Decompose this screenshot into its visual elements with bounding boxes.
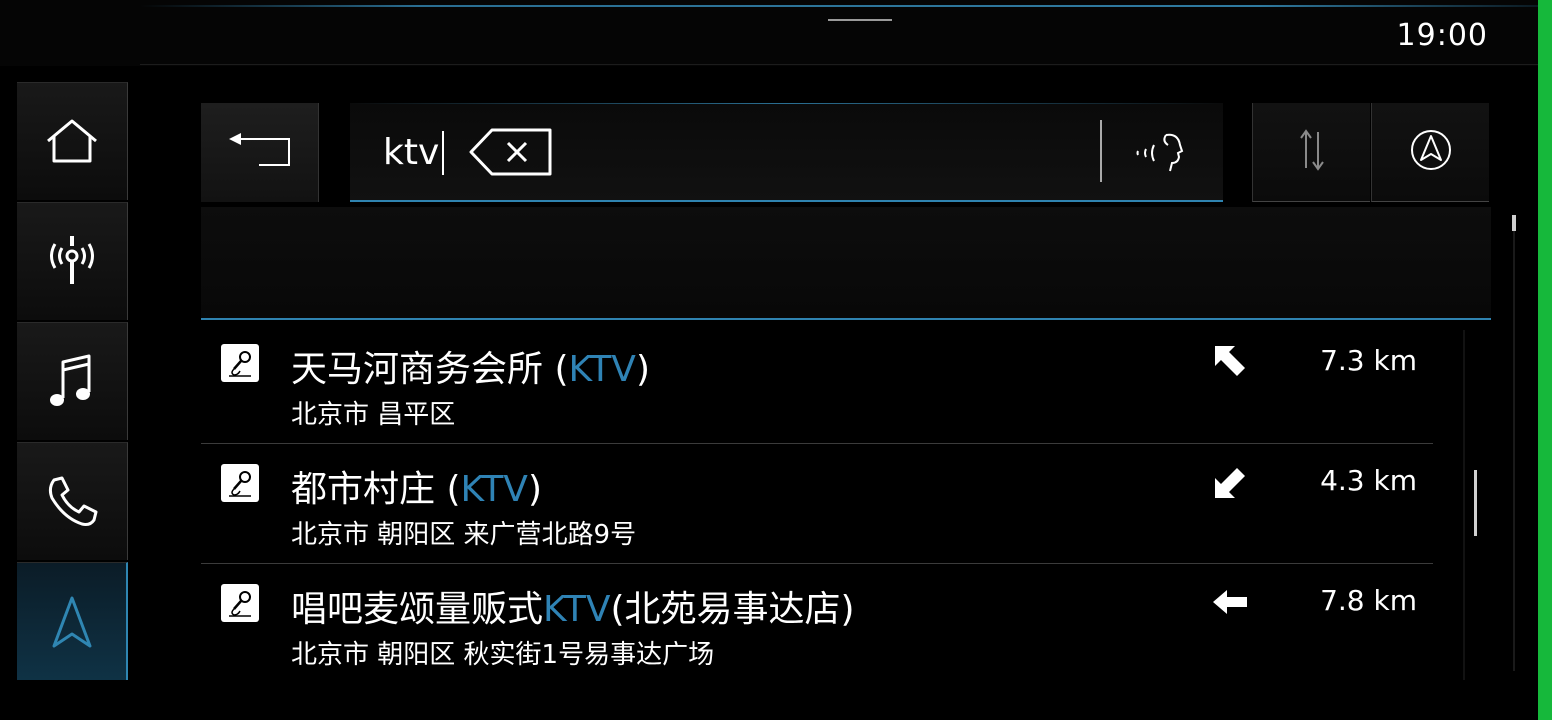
voice-search-button[interactable] xyxy=(1130,127,1190,177)
backspace-clear-icon xyxy=(468,128,554,181)
radio-antenna-icon xyxy=(44,234,100,290)
status-bar-accent-line xyxy=(140,5,1538,7)
result-name-match: KTV xyxy=(460,469,528,510)
results-scrollbar-thumb[interactable] xyxy=(1474,470,1477,536)
screen-edge-indicator xyxy=(1538,0,1552,720)
results-list: 天马河商务会所 (KTV) 北京市 昌平区 7.3 km 都市村庄 (KTV) … xyxy=(201,324,1433,684)
navigation-mode-button[interactable] xyxy=(1371,103,1489,202)
result-name: 唱吧麦颂量贩式KTV(北苑易事达店) xyxy=(291,580,855,632)
back-arrow-icon xyxy=(225,131,295,175)
back-button[interactable] xyxy=(201,103,319,202)
clear-search-button[interactable] xyxy=(468,127,554,177)
home-icon xyxy=(44,117,100,167)
result-name-suffix: (北苑易事达店) xyxy=(610,589,855,630)
result-name-prefix: 都市村庄 ( xyxy=(291,469,461,510)
result-address: 北京市 朝阳区 秋实街1号易事达广场 xyxy=(291,640,715,670)
status-bar-divider xyxy=(140,64,1538,65)
list-item[interactable]: 都市村庄 (KTV) 北京市 朝阳区 来广营北路9号 4.3 km xyxy=(201,444,1433,564)
result-name: 天马河商务会所 (KTV) xyxy=(291,340,650,392)
result-name-match: KTV xyxy=(543,589,611,630)
result-name-suffix: ) xyxy=(527,469,542,510)
list-item[interactable]: 天马河商务会所 (KTV) 北京市 昌平区 7.3 km xyxy=(201,324,1433,444)
result-name-suffix: ) xyxy=(635,349,650,390)
search-input[interactable]: ktv xyxy=(383,131,445,175)
page-scrollbar-thumb[interactable] xyxy=(1512,215,1516,231)
result-distance: 7.8 km xyxy=(1320,584,1417,617)
compass-arrow-icon xyxy=(1409,128,1453,176)
karaoke-microphone-icon xyxy=(221,344,259,382)
pull-down-handle[interactable] xyxy=(828,19,892,21)
voice-input-icon xyxy=(1130,133,1190,181)
result-name-match: KTV xyxy=(568,349,636,390)
results-scrollbar-track[interactable] xyxy=(1463,330,1465,680)
search-bar[interactable]: ktv xyxy=(350,103,1223,202)
status-bar: 19:00 xyxy=(0,0,1538,66)
sort-button[interactable] xyxy=(1252,103,1370,202)
result-name-prefix: 天马河商务会所 ( xyxy=(291,349,569,390)
direction-down-left-icon xyxy=(1211,462,1251,502)
result-distance: 4.3 km xyxy=(1320,464,1417,497)
search-divider xyxy=(1100,120,1102,182)
result-name-prefix: 唱吧麦颂量贩式 xyxy=(291,589,544,630)
karaoke-microphone-icon xyxy=(221,464,259,502)
navigation-arrow-icon xyxy=(50,594,94,650)
direction-up-left-icon xyxy=(1211,342,1251,382)
sidebar-item-navigation[interactable] xyxy=(17,562,128,680)
list-item[interactable]: 唱吧麦颂量贩式KTV(北苑易事达店) 北京市 朝阳区 秋实街1号易事达广场 7.… xyxy=(201,564,1433,684)
sidebar-item-phone[interactable] xyxy=(17,442,128,560)
sidebar-item-home[interactable] xyxy=(17,82,128,200)
result-address: 北京市 昌平区 xyxy=(291,400,456,430)
result-address: 北京市 朝阳区 来广营北路9号 xyxy=(291,520,637,550)
sidebar-item-radio[interactable] xyxy=(17,202,128,320)
phone-icon xyxy=(44,474,100,530)
sidebar-item-media[interactable] xyxy=(17,322,128,440)
result-distance: 7.3 km xyxy=(1320,344,1417,377)
clock: 19:00 xyxy=(1396,18,1488,53)
karaoke-microphone-icon xyxy=(221,584,259,622)
sort-arrows-icon xyxy=(1297,128,1327,176)
sidebar-nav xyxy=(17,82,128,680)
music-note-icon xyxy=(47,352,97,412)
page-scrollbar-track[interactable] xyxy=(1513,231,1515,671)
result-name: 都市村庄 (KTV) xyxy=(291,460,542,512)
direction-left-icon xyxy=(1211,582,1251,622)
suggestion-panel xyxy=(201,207,1491,320)
